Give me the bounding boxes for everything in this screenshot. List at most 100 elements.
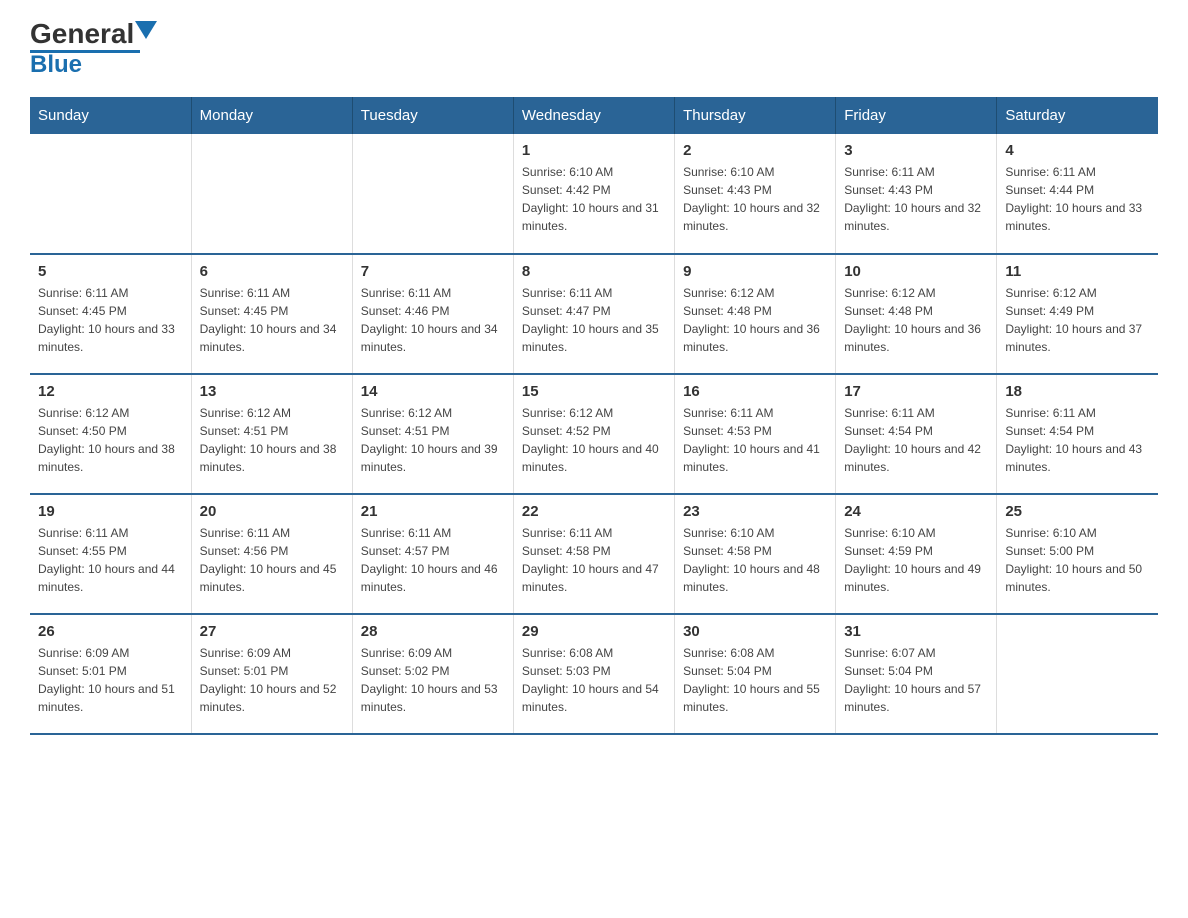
header-saturday: Saturday <box>997 97 1158 134</box>
calendar-cell: 23 Sunrise: 6:10 AM Sunset: 4:58 PM Dayli… <box>675 494 836 614</box>
header-thursday: Thursday <box>675 97 836 134</box>
calendar-cell: 7Sunrise: 6:11 AM Sunset: 4:46 PM Daylig… <box>352 254 513 374</box>
day-info: Sunrise: 6:11 AM Sunset: 4:55 PM Dayligh… <box>38 524 183 596</box>
day-number: 5 <box>38 263 183 280</box>
day-number: 17 <box>844 383 988 400</box>
day-number: 23 <box>683 503 827 520</box>
logo-triangle-icon <box>135 21 157 43</box>
calendar-cell: 21 Sunrise: 6:11 AM Sunset: 4:57 PM Dayli… <box>352 494 513 614</box>
day-number: 2 <box>683 142 827 159</box>
day-info: Sunrise: 6:08 AM Sunset: 5:04 PM Dayligh… <box>683 644 827 716</box>
day-number: 3 <box>844 142 988 159</box>
day-info: Sunrise: 6:12 AM Sunset: 4:48 PM Dayligh… <box>844 284 988 356</box>
calendar-cell: 5 Sunrise: 6:11 AM Sunset: 4:45 PM Daylig… <box>30 254 191 374</box>
day-number: 31 <box>844 623 988 640</box>
calendar-cell <box>997 614 1158 734</box>
day-number: 1 <box>522 142 666 159</box>
day-number: 13 <box>200 383 344 400</box>
day-number: 21 <box>361 503 505 520</box>
calendar-cell: 8 Sunrise: 6:11 AM Sunset: 4:47 PM Daylig… <box>513 254 674 374</box>
calendar-cell: 6 Sunrise: 6:11 AM Sunset: 4:45 PM Daylig… <box>191 254 352 374</box>
calendar-cell: 11 Sunrise: 6:12 AM Sunset: 4:49 PM Dayli… <box>997 254 1158 374</box>
calendar-cell: 1Sunrise: 6:10 AM Sunset: 4:42 PM Daylig… <box>513 134 674 254</box>
day-number: 18 <box>1005 383 1150 400</box>
calendar-cell: 20 Sunrise: 6:11 AM Sunset: 4:56 PM Dayli… <box>191 494 352 614</box>
calendar-table: SundayMondayTuesdayWednesdayThursdayFrid… <box>30 97 1158 735</box>
page-header: General Blue <box>30 20 1158 77</box>
day-info: Sunrise: 6:07 AM Sunset: 5:04 PM Dayligh… <box>844 644 988 716</box>
calendar-cell: 3 Sunrise: 6:11 AM Sunset: 4:43 PM Daylig… <box>836 134 997 254</box>
day-number: 22 <box>522 503 666 520</box>
calendar-cell: 22 Sunrise: 6:11 AM Sunset: 4:58 PM Dayli… <box>513 494 674 614</box>
day-number: 12 <box>38 383 183 400</box>
day-number: 9 <box>683 263 827 280</box>
day-number: 29 <box>522 623 666 640</box>
day-number: 11 <box>1005 263 1150 280</box>
week-row-2: 5 Sunrise: 6:11 AM Sunset: 4:45 PM Daylig… <box>30 254 1158 374</box>
calendar-cell: 17 Sunrise: 6:11 AM Sunset: 4:54 PM Dayli… <box>836 374 997 494</box>
day-info: Sunrise: 6:10 AM Sunset: 5:00 PM Dayligh… <box>1005 524 1150 596</box>
logo-blue: Blue <box>30 53 82 77</box>
day-info: Sunrise: 6:11 AM Sunset: 4:47 PM Dayligh… <box>522 284 666 356</box>
day-number: 8 <box>522 263 666 280</box>
calendar-cell: 28Sunrise: 6:09 AM Sunset: 5:02 PM Dayli… <box>352 614 513 734</box>
calendar-cell: 14Sunrise: 6:12 AM Sunset: 4:51 PM Dayli… <box>352 374 513 494</box>
day-info: Sunrise: 6:11 AM Sunset: 4:53 PM Dayligh… <box>683 404 827 476</box>
day-info: Sunrise: 6:11 AM Sunset: 4:44 PM Dayligh… <box>1005 163 1150 235</box>
calendar-cell: 4 Sunrise: 6:11 AM Sunset: 4:44 PM Daylig… <box>997 134 1158 254</box>
day-number: 6 <box>200 263 344 280</box>
calendar-cell: 15 Sunrise: 6:12 AM Sunset: 4:52 PM Dayli… <box>513 374 674 494</box>
day-number: 26 <box>38 623 183 640</box>
day-info: Sunrise: 6:11 AM Sunset: 4:56 PM Dayligh… <box>200 524 344 596</box>
logo: General Blue <box>30 20 157 77</box>
day-number: 24 <box>844 503 988 520</box>
day-info: Sunrise: 6:11 AM Sunset: 4:45 PM Dayligh… <box>38 284 183 356</box>
day-info: Sunrise: 6:11 AM Sunset: 4:45 PM Dayligh… <box>200 284 344 356</box>
calendar-header-row: SundayMondayTuesdayWednesdayThursdayFrid… <box>30 97 1158 134</box>
week-row-4: 19 Sunrise: 6:11 AM Sunset: 4:55 PM Dayli… <box>30 494 1158 614</box>
calendar-cell: 30 Sunrise: 6:08 AM Sunset: 5:04 PM Dayli… <box>675 614 836 734</box>
day-info: Sunrise: 6:12 AM Sunset: 4:51 PM Dayligh… <box>361 404 505 476</box>
calendar-cell: 26 Sunrise: 6:09 AM Sunset: 5:01 PM Dayli… <box>30 614 191 734</box>
header-sunday: Sunday <box>30 97 191 134</box>
week-row-5: 26 Sunrise: 6:09 AM Sunset: 5:01 PM Dayli… <box>30 614 1158 734</box>
day-info: Sunrise: 6:12 AM Sunset: 4:52 PM Dayligh… <box>522 404 666 476</box>
header-wednesday: Wednesday <box>513 97 674 134</box>
day-info: Sunrise: 6:10 AM Sunset: 4:58 PM Dayligh… <box>683 524 827 596</box>
day-info: Sunrise: 6:09 AM Sunset: 5:02 PM Dayligh… <box>361 644 505 716</box>
day-info: Sunrise: 6:12 AM Sunset: 4:49 PM Dayligh… <box>1005 284 1150 356</box>
calendar-cell: 10Sunrise: 6:12 AM Sunset: 4:48 PM Dayli… <box>836 254 997 374</box>
day-info: Sunrise: 6:10 AM Sunset: 4:59 PM Dayligh… <box>844 524 988 596</box>
day-info: Sunrise: 6:12 AM Sunset: 4:51 PM Dayligh… <box>200 404 344 476</box>
calendar-cell <box>30 134 191 254</box>
day-number: 25 <box>1005 503 1150 520</box>
day-number: 30 <box>683 623 827 640</box>
day-number: 19 <box>38 503 183 520</box>
header-friday: Friday <box>836 97 997 134</box>
calendar-cell: 27 Sunrise: 6:09 AM Sunset: 5:01 PM Dayli… <box>191 614 352 734</box>
header-monday: Monday <box>191 97 352 134</box>
calendar-cell: 31 Sunrise: 6:07 AM Sunset: 5:04 PM Dayli… <box>836 614 997 734</box>
calendar-cell: 19 Sunrise: 6:11 AM Sunset: 4:55 PM Dayli… <box>30 494 191 614</box>
day-info: Sunrise: 6:11 AM Sunset: 4:57 PM Dayligh… <box>361 524 505 596</box>
day-info: Sunrise: 6:09 AM Sunset: 5:01 PM Dayligh… <box>200 644 344 716</box>
calendar-cell: 2 Sunrise: 6:10 AM Sunset: 4:43 PM Daylig… <box>675 134 836 254</box>
calendar-cell <box>191 134 352 254</box>
day-number: 27 <box>200 623 344 640</box>
day-info: Sunrise: 6:09 AM Sunset: 5:01 PM Dayligh… <box>38 644 183 716</box>
day-info: Sunrise: 6:08 AM Sunset: 5:03 PM Dayligh… <box>522 644 666 716</box>
week-row-3: 12Sunrise: 6:12 AM Sunset: 4:50 PM Dayli… <box>30 374 1158 494</box>
day-info: Sunrise: 6:10 AM Sunset: 4:43 PM Dayligh… <box>683 163 827 235</box>
day-number: 4 <box>1005 142 1150 159</box>
calendar-cell: 29 Sunrise: 6:08 AM Sunset: 5:03 PM Dayli… <box>513 614 674 734</box>
calendar-cell <box>352 134 513 254</box>
day-info: Sunrise: 6:11 AM Sunset: 4:54 PM Dayligh… <box>1005 404 1150 476</box>
calendar-cell: 9Sunrise: 6:12 AM Sunset: 4:48 PM Daylig… <box>675 254 836 374</box>
day-info: Sunrise: 6:11 AM Sunset: 4:43 PM Dayligh… <box>844 163 988 235</box>
day-info: Sunrise: 6:11 AM Sunset: 4:46 PM Dayligh… <box>361 284 505 356</box>
day-info: Sunrise: 6:11 AM Sunset: 4:54 PM Dayligh… <box>844 404 988 476</box>
day-info: Sunrise: 6:11 AM Sunset: 4:58 PM Dayligh… <box>522 524 666 596</box>
calendar-cell: 24 Sunrise: 6:10 AM Sunset: 4:59 PM Dayli… <box>836 494 997 614</box>
day-number: 20 <box>200 503 344 520</box>
day-number: 15 <box>522 383 666 400</box>
